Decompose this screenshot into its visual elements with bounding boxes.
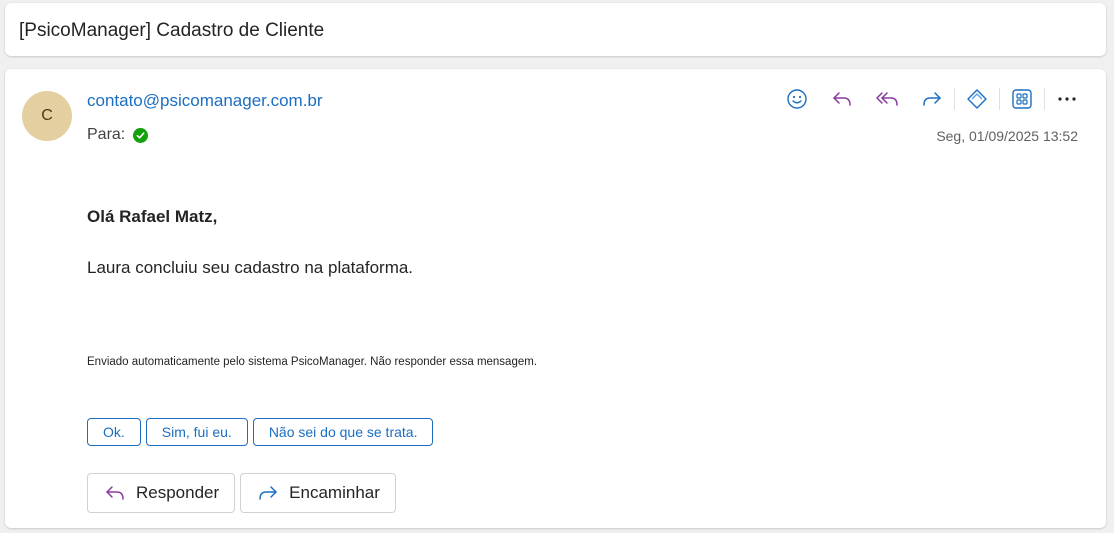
sender-address[interactable]: contato@psicomanager.com.br (87, 91, 323, 111)
reply-action-label: Responder (136, 483, 220, 502)
reply-actions: Responder Encaminhar (87, 473, 396, 513)
more-options-button[interactable] (1053, 85, 1081, 113)
subject-bar: [PsicoManager] Cadastro de Cliente (5, 3, 1106, 56)
email-subject: [PsicoManager] Cadastro de Cliente (19, 20, 325, 41)
footer-note: Enviado automaticamente pelo sistema Psi… (87, 356, 538, 368)
to-label: Para: (87, 126, 126, 143)
message-body: Laura concluiu seu cadastro na plataform… (87, 258, 414, 277)
recipient-row: Para: (87, 126, 149, 144)
reply-button[interactable] (828, 85, 856, 113)
reply-all-icon (876, 92, 898, 106)
suggested-reply-unknown[interactable]: Não sei do que se trata. (252, 418, 434, 446)
message-card: C contato@psicomanager.com.br Para: Seg,… (5, 69, 1106, 528)
forward-action-button[interactable]: Encaminhar (240, 473, 396, 513)
reply-all-button[interactable] (873, 85, 901, 113)
reply-icon (106, 486, 124, 500)
toolbar-divider (954, 88, 955, 110)
greeting: Olá Rafael Matz, (87, 207, 218, 226)
loop-icon (967, 89, 987, 109)
message-toolbar (783, 85, 1081, 113)
apps-button[interactable] (1008, 85, 1036, 113)
suggested-replies: Ok. Sim, fui eu. Não sei do que se trata… (87, 418, 434, 446)
suggested-reply-yes[interactable]: Sim, fui eu. (145, 418, 248, 446)
forward-button[interactable] (918, 85, 946, 113)
forward-action-label: Encaminhar (289, 483, 380, 502)
forward-icon (923, 92, 941, 106)
toolbar-divider (1044, 88, 1045, 110)
emoji-reaction-button[interactable] (783, 85, 811, 113)
suggested-reply-ok[interactable]: Ok. (87, 418, 141, 446)
message-date: Seg, 01/09/2025 13:52 (936, 128, 1078, 144)
emoji-icon (787, 89, 807, 109)
check-icon[interactable] (133, 127, 149, 143)
reply-icon (833, 92, 851, 106)
loop-button[interactable] (963, 85, 991, 113)
more-icon (1058, 97, 1076, 101)
apps-icon (1012, 89, 1032, 109)
forward-icon (259, 486, 277, 500)
toolbar-divider (999, 88, 1000, 110)
reply-action-button[interactable]: Responder (87, 473, 236, 513)
avatar[interactable]: C (22, 91, 72, 141)
